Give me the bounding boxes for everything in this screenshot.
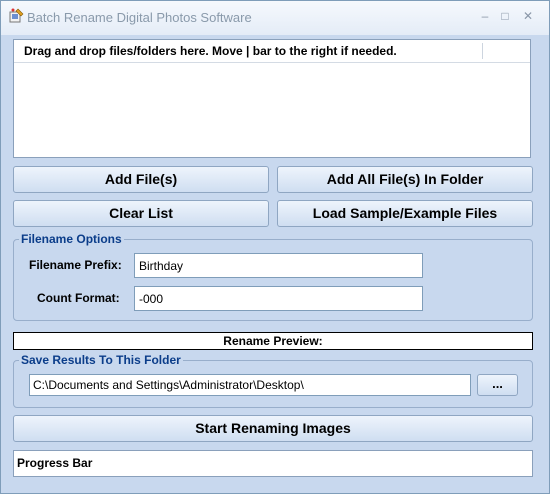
browse-button[interactable]: ... (477, 374, 518, 396)
title-bar[interactable]: Batch Rename Digital Photos Software – □… (1, 1, 549, 35)
count-format-input[interactable] (134, 286, 423, 311)
load-sample-button[interactable]: Load Sample/Example Files (277, 200, 533, 227)
file-list-header-label: Drag and drop files/folders here. Move |… (24, 44, 397, 58)
prefix-label: Filename Prefix: (29, 258, 122, 272)
save-folder-group: Save Results To This Folder ... (13, 353, 533, 408)
client-area: Drag and drop files/folders here. Move |… (5, 35, 545, 489)
rename-preview: Rename Preview: (13, 332, 533, 350)
file-list[interactable]: Drag and drop files/folders here. Move |… (13, 39, 531, 158)
window-title: Batch Rename Digital Photos Software (27, 10, 252, 25)
clear-list-button[interactable]: Clear List (13, 200, 269, 227)
column-resize-handle[interactable] (482, 43, 483, 59)
prefix-input[interactable] (134, 253, 423, 278)
start-renaming-button[interactable]: Start Renaming Images (13, 415, 533, 442)
progress-bar-label: Progress Bar (17, 456, 93, 470)
file-list-header[interactable]: Drag and drop files/folders here. Move |… (14, 40, 530, 63)
add-folder-button[interactable]: Add All File(s) In Folder (277, 166, 533, 193)
add-files-button[interactable]: Add File(s) (13, 166, 269, 193)
save-folder-legend: Save Results To This Folder (19, 353, 183, 367)
filename-options-group: Filename Options Filename Prefix: Count … (13, 232, 533, 321)
minimize-icon[interactable]: – (476, 8, 494, 24)
filename-options-legend: Filename Options (19, 232, 124, 246)
count-format-label: Count Format: (37, 291, 120, 305)
app-icon (9, 8, 24, 23)
close-icon[interactable]: ✕ (519, 8, 537, 24)
maximize-icon[interactable]: □ (496, 8, 514, 24)
progress-bar: Progress Bar (13, 450, 533, 477)
save-folder-input[interactable] (29, 374, 471, 396)
app-window: Batch Rename Digital Photos Software – □… (0, 0, 550, 494)
